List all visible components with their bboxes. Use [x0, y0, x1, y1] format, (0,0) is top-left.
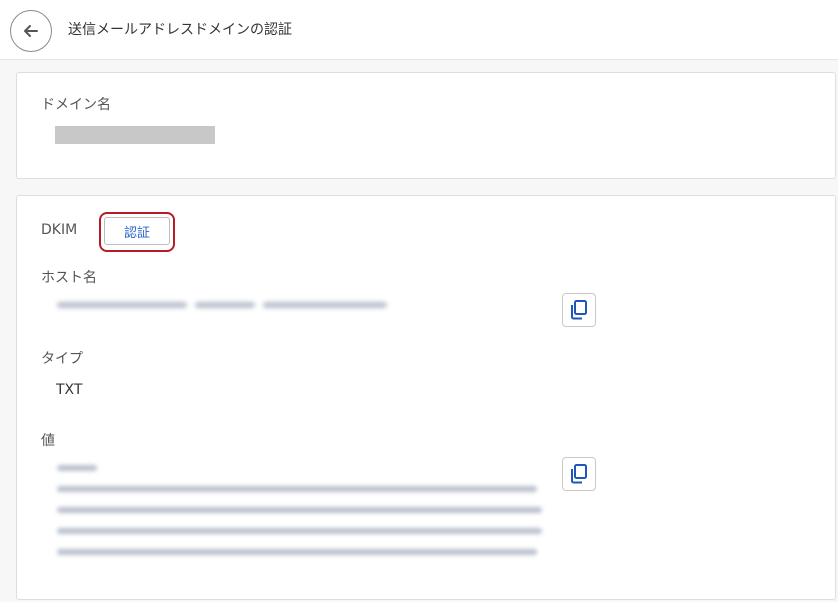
copy-icon: [571, 464, 587, 484]
dkim-card: DKIM 認証 ホスト名 タイプ TXT 値: [16, 195, 836, 600]
back-button[interactable]: [10, 10, 52, 52]
host-name-value-blurred: [57, 298, 387, 318]
host-name-label: ホスト名: [41, 270, 97, 286]
dkim-label: DKIM: [41, 222, 78, 238]
page-title: 送信メールアドレスドメインの認証: [68, 22, 292, 38]
domain-name-value-redacted: [55, 126, 215, 144]
verify-button[interactable]: 認証: [104, 217, 170, 245]
type-value: TXT: [56, 382, 83, 398]
value-content-blurred: [57, 461, 547, 565]
domain-name-label: ドメイン名: [41, 97, 111, 113]
type-label: タイプ: [41, 351, 83, 367]
copy-host-name-button[interactable]: [562, 293, 596, 327]
copy-icon: [571, 300, 587, 320]
domain-card: ドメイン名: [16, 72, 836, 179]
page-header: 送信メールアドレスドメインの認証: [0, 0, 838, 60]
arrow-left-icon: [24, 25, 38, 37]
value-label: 値: [41, 433, 55, 449]
copy-value-button[interactable]: [562, 457, 596, 491]
